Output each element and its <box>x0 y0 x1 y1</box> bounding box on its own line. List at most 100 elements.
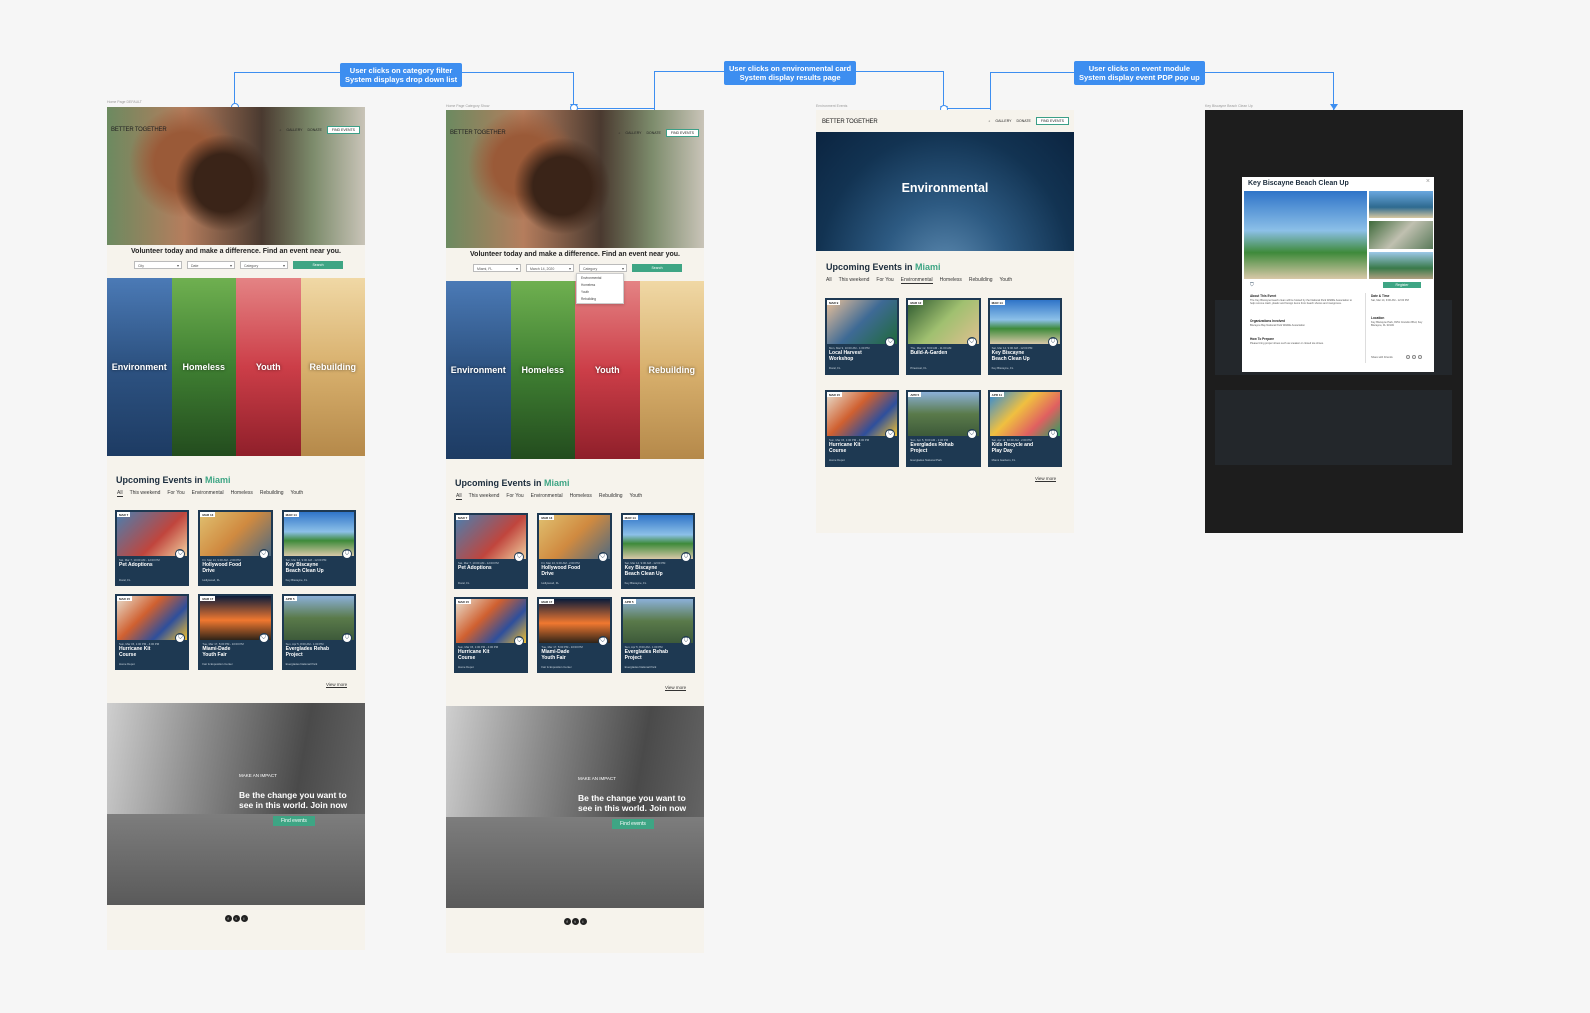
event-card[interactable]: MAR 13 ⛉ Fri, Mar 13, 9:00 AM - 2:00 PM Hol… <box>198 510 273 586</box>
instagram-icon[interactable]: i <box>240 915 248 922</box>
bookmark-icon[interactable]: ⛉ <box>681 636 691 646</box>
category-option-homeless[interactable]: Homeless <box>577 281 623 288</box>
search-icon[interactable]: ⌕ <box>279 128 281 132</box>
bookmark-icon[interactable]: ⛉ <box>597 552 608 562</box>
bookmark-icon[interactable]: ⛉ <box>597 636 608 646</box>
bookmark-icon[interactable]: ⛉ <box>342 633 352 643</box>
search-icon[interactable]: ⌕ <box>988 119 990 123</box>
tab-rebuilding[interactable]: Rebuilding <box>599 493 623 500</box>
tab-youth[interactable]: Youth <box>630 493 643 500</box>
tab-all[interactable]: All <box>456 493 462 500</box>
bookmark-icon[interactable]: ⛉ <box>175 633 186 643</box>
city-select[interactable]: City <box>134 261 182 269</box>
close-icon[interactable]: × <box>1426 178 1430 185</box>
bookmark-icon[interactable]: ⛉ <box>258 549 269 559</box>
tab-rebuilding[interactable]: Rebuilding <box>260 490 284 497</box>
nav-gallery[interactable]: GALLERY <box>286 128 302 132</box>
event-card[interactable]: MAR 13 ⛉ Fri, Mar 13, 9:00 AM - 2:00 PM Hol… <box>537 513 612 589</box>
category-option-youth[interactable]: Youth <box>577 288 623 295</box>
event-card[interactable]: MAR 14 ⛉ Sat, Mar 14, 9:00 AM - 12:00 PM Ke… <box>620 513 695 589</box>
city-select[interactable]: Miami, FL <box>473 264 521 272</box>
category-card-homeless[interactable]: Homeless <box>171 278 236 456</box>
tab-youth[interactable]: Youth <box>291 490 304 497</box>
bookmark-icon[interactable]: ⛉ <box>514 552 525 562</box>
nav-gallery[interactable]: GALLERY <box>625 131 641 135</box>
modal-thumb-2[interactable] <box>1369 221 1433 249</box>
share-facebook-icon[interactable] <box>1406 355 1410 359</box>
event-card[interactable]: MAR 9 ⛉ Mon, Mar 9, 10:00 AM - 1:00 PM Loca… <box>825 298 900 375</box>
twitter-icon[interactable]: t <box>232 915 240 922</box>
view-more-link[interactable]: View more <box>1035 476 1057 482</box>
tab-this-weekend[interactable]: This weekend <box>839 277 870 284</box>
twitter-icon[interactable]: t <box>571 918 579 925</box>
tab-youth[interactable]: Youth <box>1000 277 1013 284</box>
tab-homeless[interactable]: Homeless <box>940 277 962 284</box>
category-select[interactable]: Category <box>579 264 627 272</box>
view-more-link[interactable]: View more <box>326 682 348 688</box>
event-card[interactable]: MAR 12 ⛉ Thu, Mar 12, 8:00 AM - 11:00 AM Bu… <box>906 298 981 375</box>
search-button[interactable]: Search <box>293 261 343 269</box>
tab-this-weekend[interactable]: This weekend <box>469 493 500 500</box>
category-card-homeless[interactable]: Homeless <box>510 281 575 459</box>
impact-find-events-button[interactable]: Find events <box>612 819 654 829</box>
tab-all[interactable]: All <box>826 277 832 284</box>
modal-thumb-1[interactable] <box>1369 191 1433 218</box>
event-card[interactable]: MAR 14 ⛉ Sat, Mar 14, 9:00 AM - 12:00 PM Ke… <box>987 298 1062 375</box>
category-select[interactable]: Category <box>240 261 288 269</box>
search-button[interactable]: Search <box>632 264 682 272</box>
brand-logo[interactable]: BETTER TOGETHER <box>822 119 878 125</box>
bookmark-icon[interactable]: ⛉ <box>1250 282 1254 288</box>
nav-gallery[interactable]: GALLERY <box>995 119 1011 123</box>
date-select[interactable]: March 14, 2020 <box>526 264 574 272</box>
event-card[interactable]: MAR 7 ⛉ Sat, Mar 7, 10:00 AM - 12:00 PM Pet… <box>115 510 190 586</box>
category-card-rebuilding[interactable]: Rebuilding <box>300 278 365 456</box>
bookmark-icon[interactable]: ⛉ <box>1048 429 1058 439</box>
category-card-youth[interactable]: Youth <box>236 278 301 456</box>
tab-homeless[interactable]: Homeless <box>570 493 592 500</box>
facebook-icon[interactable]: f <box>224 915 232 922</box>
event-card[interactable]: MAR 17 ⛉ Tue, Mar 17, 5:00 PM - 10:00 PM Mi… <box>198 594 273 670</box>
event-card[interactable]: MAR 7 ⛉ Sat, Mar 7, 10:00 AM - 12:00 PM Pet… <box>454 513 529 589</box>
event-card[interactable]: MAR 14 ⛉ Sat, Mar 14, 9:00 AM - 12:00 PM Ke… <box>281 510 356 586</box>
bookmark-icon[interactable]: ⛉ <box>514 636 525 646</box>
bookmark-icon[interactable]: ⛉ <box>966 429 977 439</box>
event-card[interactable]: MAR 15 ⛉ Sun, Mar 15, 1:00 PM - 4:00 PM Hur… <box>115 594 190 670</box>
event-card[interactable]: MAR 15 ⛉ Sun, Mar 15, 1:00 PM - 4:00 PM Hur… <box>825 390 900 467</box>
facebook-icon[interactable]: f <box>563 918 571 925</box>
tab-homeless[interactable]: Homeless <box>231 490 253 497</box>
modal-thumb-3[interactable] <box>1369 252 1433 279</box>
tab-environmental[interactable]: Environmental <box>900 277 933 284</box>
category-card-youth[interactable]: Youth <box>575 281 640 459</box>
tab-this-weekend[interactable]: This weekend <box>130 490 161 497</box>
tab-for-you[interactable]: For You <box>506 493 523 500</box>
tab-for-you[interactable]: For You <box>876 277 893 284</box>
bookmark-icon[interactable]: ⛉ <box>681 552 691 562</box>
view-more-link[interactable]: View more <box>665 685 687 691</box>
share-instagram-icon[interactable] <box>1418 355 1422 359</box>
search-icon[interactable]: ⌕ <box>618 131 620 135</box>
instagram-icon[interactable]: i <box>579 918 587 925</box>
category-card-environment[interactable]: Environment <box>107 278 172 456</box>
nav-find-events-button[interactable]: FIND EVENTS <box>1035 117 1069 125</box>
tab-environmental[interactable]: Environmental <box>531 493 563 500</box>
event-card[interactable]: APR 11 ⛉ Sat, Apr 11, 10:00 AM - 2:00 PM Ki… <box>987 390 1062 467</box>
event-card[interactable]: MAR 15 ⛉ Sun, Mar 15, 1:00 PM - 4:00 PM Hur… <box>454 597 529 673</box>
bookmark-icon[interactable]: ⛉ <box>175 549 186 559</box>
event-card[interactable]: MAR 17 ⛉ Tue, Mar 17, 5:00 PM - 10:00 PM Mi… <box>537 597 612 673</box>
bookmark-icon[interactable]: ⛉ <box>885 337 896 347</box>
nav-find-events-button[interactable]: FIND EVENTS <box>665 129 699 137</box>
nav-donate[interactable]: DONATE <box>308 128 322 132</box>
event-card[interactable]: APR 5 ⛉ Sun, Apr 5, 8:00 AM - 1:00 PM Everg… <box>906 390 981 467</box>
bookmark-icon[interactable]: ⛉ <box>885 429 896 439</box>
category-option-environmental[interactable]: Environmental <box>577 274 623 281</box>
bookmark-icon[interactable]: ⛉ <box>966 337 977 347</box>
date-select[interactable]: Date <box>187 261 235 269</box>
tab-environmental[interactable]: Environmental <box>192 490 224 497</box>
category-card-rebuilding[interactable]: Rebuilding <box>639 281 704 459</box>
bookmark-icon[interactable]: ⛉ <box>342 549 352 559</box>
event-card[interactable]: APR 5 ⛉ Sun, Apr 5, 8:00 AM - 1:00 PM Everg… <box>281 594 356 670</box>
event-card[interactable]: APR 5 ⛉ Sun, Apr 5, 8:00 AM - 1:00 PM Everg… <box>620 597 695 673</box>
nav-donate[interactable]: DONATE <box>647 131 661 135</box>
category-card-environment[interactable]: Environment <box>446 281 511 459</box>
tab-rebuilding[interactable]: Rebuilding <box>969 277 993 284</box>
